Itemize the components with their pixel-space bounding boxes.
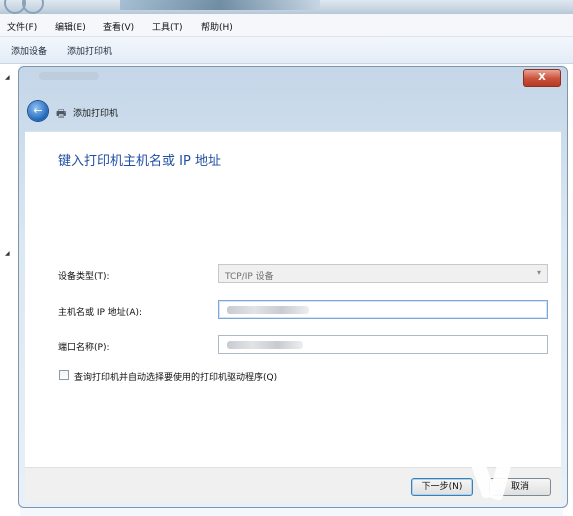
device-type-select[interactable]: TCP/IP 设备 ▾ — [218, 264, 548, 283]
menu-bar: 文件(F) 编辑(E) 查看(V) 工具(T) 帮助(H) — [0, 14, 573, 37]
hostname-input[interactable] — [218, 300, 548, 319]
watermark-logo — [469, 452, 518, 506]
add-printer-button[interactable]: 添加打印机 — [67, 44, 112, 57]
device-type-label: 设备类型(T): — [58, 272, 110, 282]
dialog-title-bar-blur — [39, 72, 99, 80]
dialog-content: 键入打印机主机名或 IP 地址 设备类型(T): TCP/IP 设备 ▾ 主机名… — [25, 131, 561, 468]
port-name-label: 端口名称(P): — [58, 343, 110, 353]
close-icon: X — [538, 72, 546, 83]
menu-view[interactable]: 查看(V) — [103, 20, 134, 33]
navigation-pane: ◢ ◢ — [0, 64, 20, 516]
chevron-down-icon: ▾ — [536, 268, 541, 277]
window-title-bar — [0, 0, 573, 14]
add-device-button[interactable]: 添加设备 — [11, 44, 47, 57]
watermark-shape — [488, 452, 514, 502]
menu-file[interactable]: 文件(F) — [7, 20, 37, 33]
query-printer-checkbox-label[interactable]: 查询打印机并自动选择要使用的打印机驱动程序(Q) — [74, 370, 277, 383]
page-heading: 键入打印机主机名或 IP 地址 — [58, 154, 221, 169]
dialog-title: 添加打印机 — [73, 109, 119, 119]
hostname-label: 主机名或 IP 地址(A): — [58, 308, 143, 318]
device-type-value: TCP/IP 设备 — [225, 272, 274, 282]
menu-tools[interactable]: 工具(T) — [152, 20, 183, 33]
expand-arrow-icon[interactable]: ◢ — [5, 74, 10, 81]
redacted-port-value — [227, 341, 303, 349]
back-button[interactable]: ← — [28, 101, 48, 121]
next-button[interactable]: 下一步(N) — [411, 478, 473, 496]
add-printer-dialog: X ← 🖶 添加打印机 键入打印机主机名或 IP 地址 设备类型(T): TCP… — [18, 66, 568, 508]
command-toolbar: 添加设备 添加打印机 — [0, 37, 573, 64]
window-orb-decoration — [22, 0, 44, 14]
menu-edit[interactable]: 编辑(E) — [55, 20, 86, 33]
redacted-hostname-value — [227, 306, 309, 314]
expand-arrow-icon[interactable]: ◢ — [5, 250, 10, 257]
port-name-input[interactable] — [218, 335, 548, 354]
printer-icon: 🖶 — [56, 107, 67, 120]
back-arrow-icon: ← — [33, 104, 43, 117]
title-bar-glass — [120, 0, 320, 10]
close-button[interactable]: X — [523, 69, 561, 87]
menu-help[interactable]: 帮助(H) — [201, 20, 233, 33]
query-printer-checkbox[interactable] — [59, 370, 69, 380]
